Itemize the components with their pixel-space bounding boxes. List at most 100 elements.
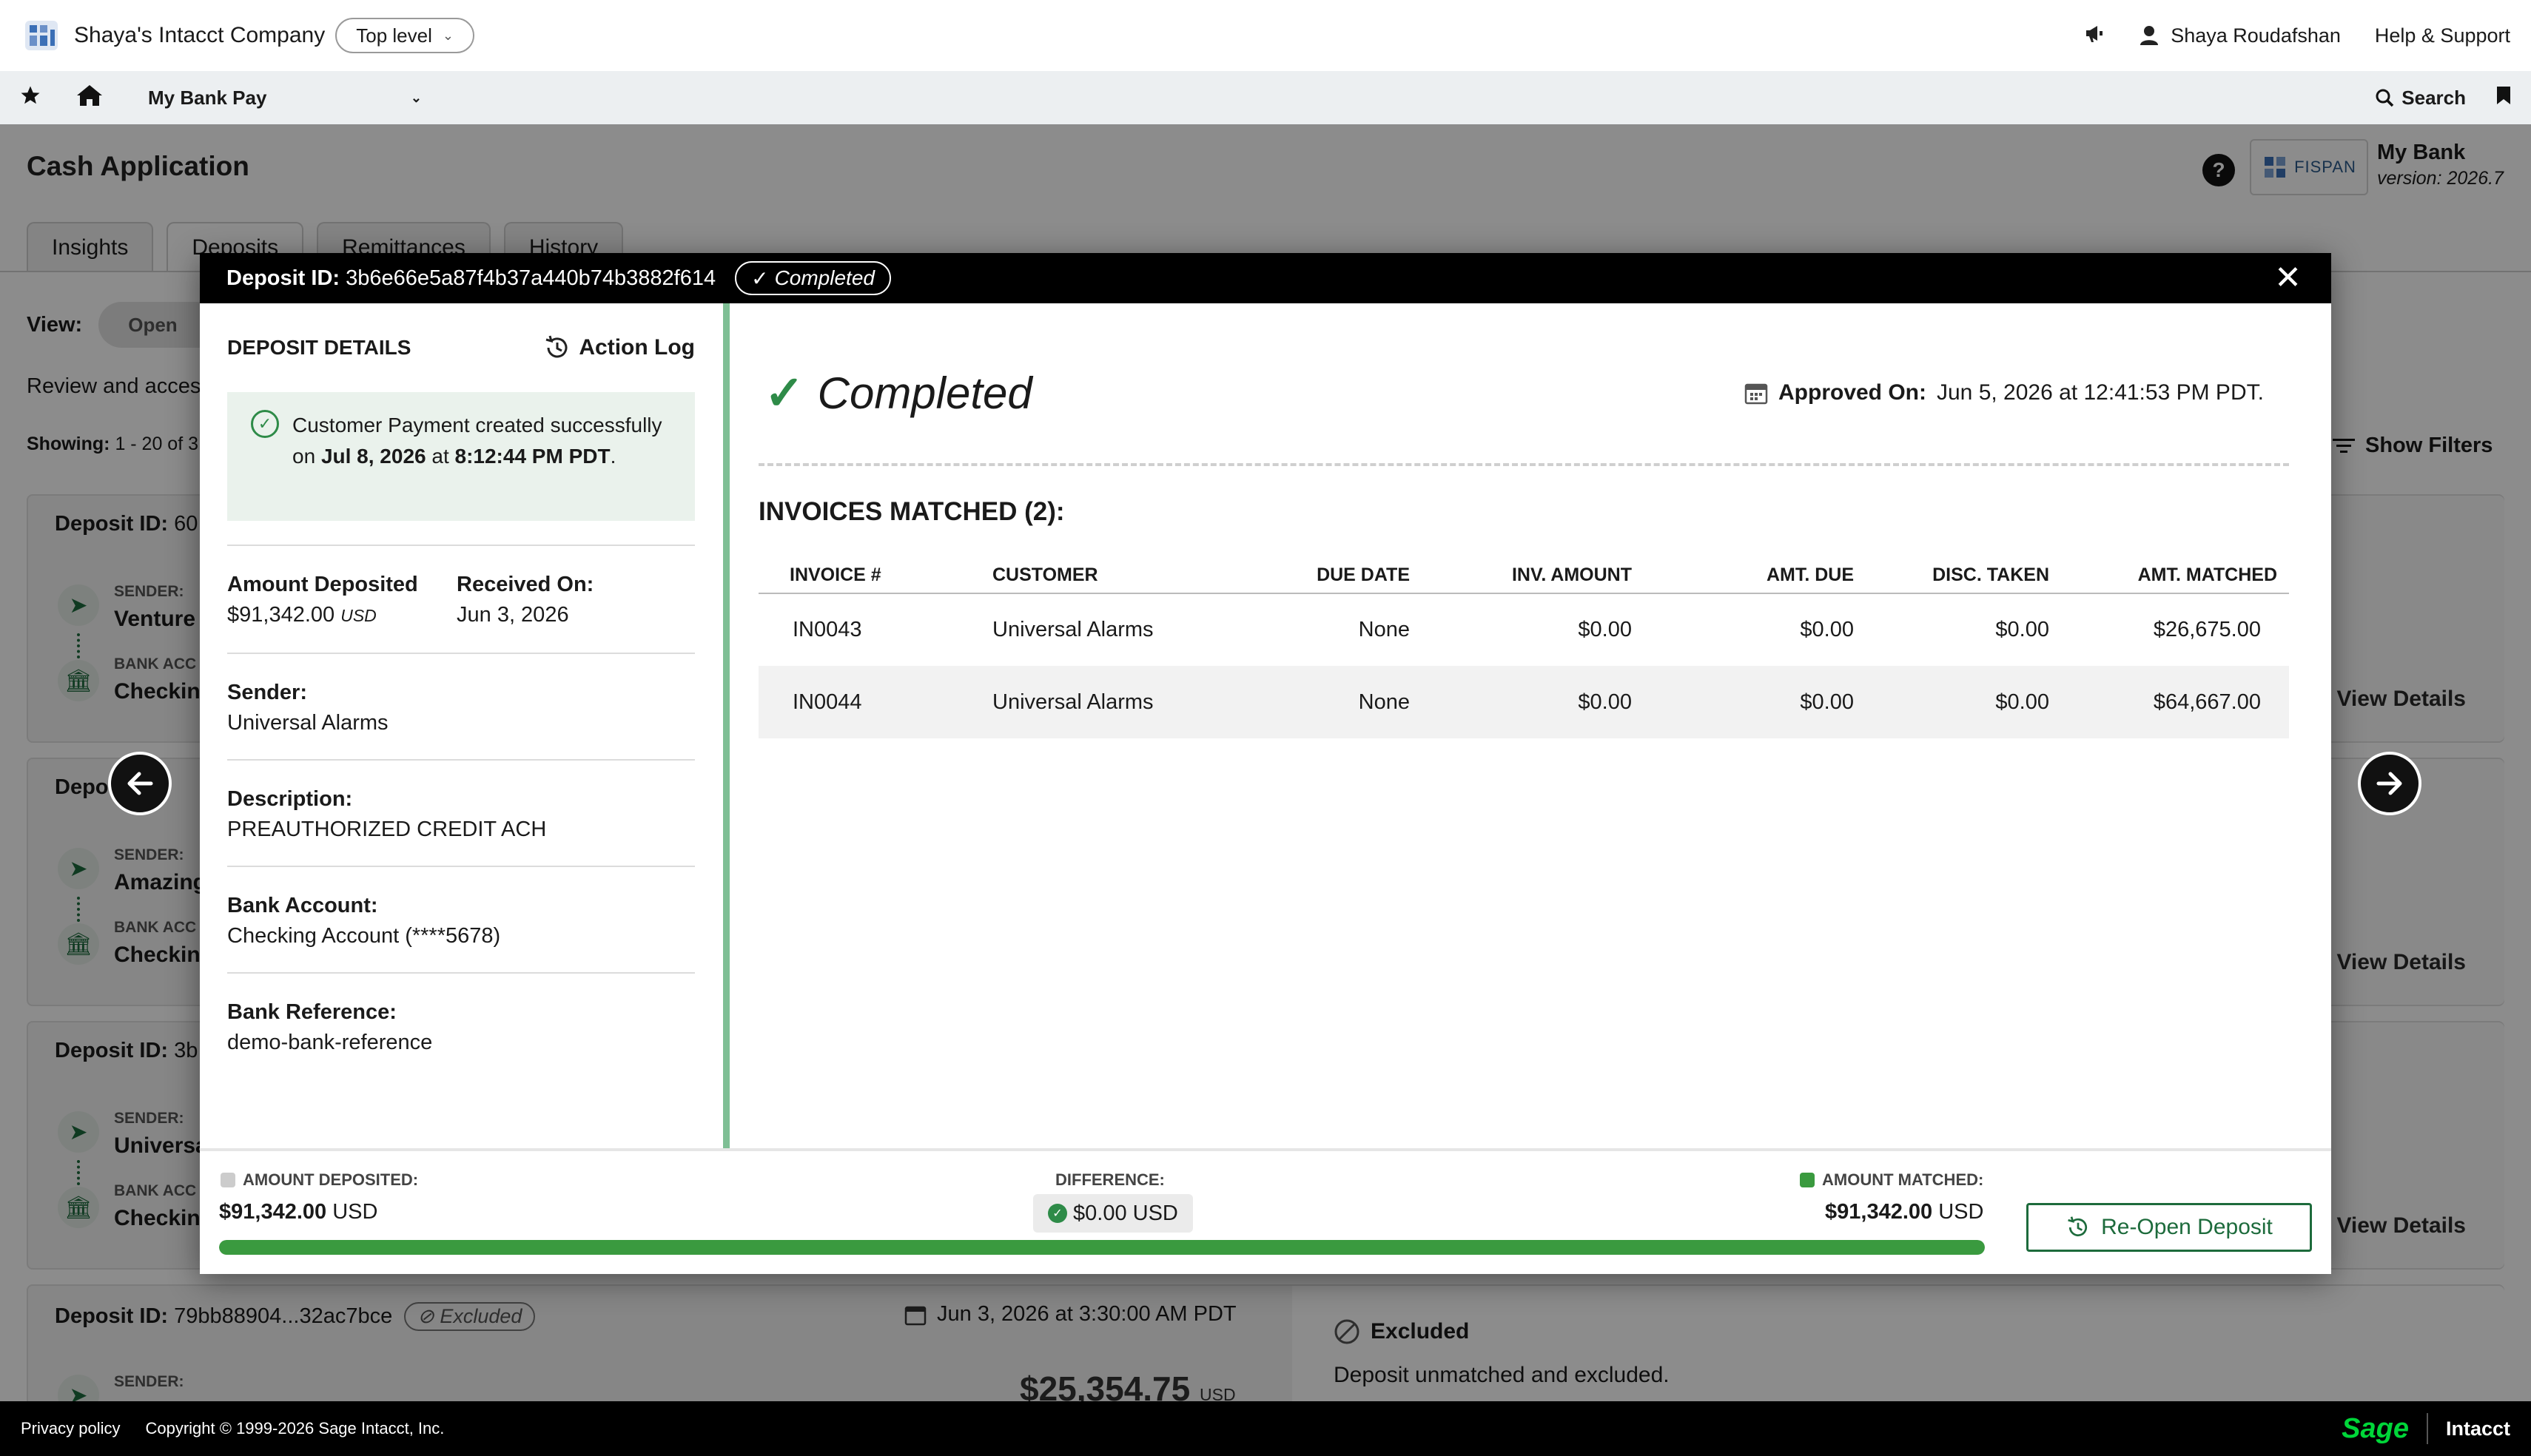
invoices-table: INVOICE # CUSTOMER DUE DATE INV. AMOUNT … <box>759 558 2289 738</box>
legend-swatch-green <box>1800 1173 1815 1187</box>
approved-label: Approved On: <box>1778 380 1926 405</box>
success-period: . <box>610 445 616 468</box>
reopen-deposit-button[interactable]: Re-Open Deposit <box>2026 1203 2312 1252</box>
check-icon: ✓ <box>751 266 769 290</box>
customer-name: Universal Alarms <box>981 666 1251 738</box>
completed-title: Completed <box>817 368 1032 418</box>
matching-panel: ✓ Completed Approved On: Jun 5, 2026 at … <box>759 303 2310 1148</box>
status-badge-label: Completed <box>774 266 875 289</box>
description-value: PREAUTHORIZED CREDIT ACH <box>227 818 547 841</box>
app-selector[interactable]: My Bank Pay ⌄ <box>148 87 422 109</box>
sender-value: Universal Alarms <box>227 711 389 735</box>
amount-deposited-currency: USD <box>340 606 377 625</box>
column-header-disc-taken[interactable]: DISC. TAKEN <box>1866 558 2061 594</box>
difference-value: $0.00 USD <box>1073 1201 1178 1225</box>
amount-deposited-summary-label: AMOUNT DEPOSITED: <box>221 1170 418 1190</box>
help-support-link[interactable]: Help & Support <box>2375 24 2510 47</box>
summary-matched-label: AMOUNT MATCHED: <box>1822 1170 1984 1189</box>
amount-deposited-field: Amount Deposited $91,342.00 USD <box>227 573 457 653</box>
success-at: at <box>431 445 449 468</box>
success-time: 8:12:44 PM PDT <box>454 445 611 468</box>
privacy-policy-link[interactable]: Privacy policy <box>21 1419 120 1438</box>
column-header-amt-matched[interactable]: AMT. MATCHED <box>2061 558 2289 594</box>
difference-badge: ✓ $0.00 USD <box>1033 1194 1193 1233</box>
star-icon[interactable] <box>19 84 41 112</box>
amount-matched-summary-label: AMOUNT MATCHED: <box>1800 1170 1983 1190</box>
sender-label: Sender: <box>227 681 307 704</box>
summary-matched-currency: USD <box>1938 1200 1984 1224</box>
customer-name: Universal Alarms <box>992 618 1154 641</box>
bank-reference-label: Bank Reference: <box>227 1000 397 1024</box>
top-bar: Shaya's Intacct Company Top level ⌄ Shay… <box>0 0 2531 71</box>
amount-matched-summary: $91,342.00 USD <box>1825 1200 1983 1224</box>
modal-deposit-id: Deposit ID: 3b6e66e5a87f4b37a440b74b3882… <box>226 266 716 291</box>
amt-matched: $26,675.00 <box>2153 618 2261 641</box>
modal-footer: AMOUNT DEPOSITED: $91,342.00 USD DIFFERE… <box>200 1148 2331 1274</box>
success-check-icon: ✓ <box>1048 1204 1067 1223</box>
table-row[interactable]: IN0043 Universal Alarms None $0.00 $0.00… <box>759 593 2289 666</box>
arrow-right-icon <box>2376 772 2402 795</box>
megaphone-icon[interactable] <box>2083 22 2105 50</box>
summary-deposited-value: $91,342.00 <box>219 1200 327 1224</box>
approved-value: Jun 5, 2026 at 12:41:53 PM PDT. <box>1937 380 2264 405</box>
company-logo-icon[interactable] <box>21 15 62 56</box>
search-icon <box>2376 89 2394 107</box>
intacct-logo: Intacct <box>2445 1417 2510 1440</box>
bank-account-field: Bank Account: Checking Account (****5678… <box>227 866 695 972</box>
company-name: Shaya's Intacct Company <box>74 23 326 47</box>
table-row[interactable]: IN0044 Universal Alarms None $0.00 $0.00… <box>759 666 2289 738</box>
calendar-icon <box>1744 383 1768 405</box>
match-progress-bar <box>219 1240 1985 1255</box>
close-icon[interactable]: ✕ <box>2274 262 2302 294</box>
received-on-label: Received On: <box>457 573 594 596</box>
history-icon <box>2068 1216 2088 1236</box>
column-header-due-date[interactable]: DUE DATE <box>1251 558 1422 594</box>
table-header-row: INVOICE # CUSTOMER DUE DATE INV. AMOUNT … <box>759 558 2289 594</box>
bank-reference-field: Bank Reference: demo-bank-reference <box>227 972 695 1079</box>
disc-taken: $0.00 <box>1866 666 2061 738</box>
column-header-inv-amount[interactable]: INV. AMOUNT <box>1422 558 1644 594</box>
difference-label: DIFFERENCE: <box>1055 1170 1165 1189</box>
sage-logo: Sage <box>2342 1412 2409 1444</box>
modal-header: Deposit ID: 3b6e66e5a87f4b37a440b74b3882… <box>200 253 2331 303</box>
history-icon <box>545 335 568 358</box>
level-label: Top level <box>356 24 432 47</box>
logo-separator <box>2426 1413 2428 1444</box>
approved-on: Approved On: Jun 5, 2026 at 12:41:53 PM … <box>1744 380 2264 405</box>
next-deposit-button[interactable] <box>2358 752 2421 815</box>
previous-deposit-button[interactable] <box>108 752 172 815</box>
summary-deposited-currency: USD <box>332 1200 378 1224</box>
user-menu[interactable]: Shaya Roudafshan <box>2140 24 2341 47</box>
received-on-field: Received On: Jun 3, 2026 <box>457 573 594 653</box>
success-date: Jul 8, 2026 <box>320 445 426 468</box>
amount-deposited-value: $91,342.00 <box>227 603 335 627</box>
column-header-invoice[interactable]: INVOICE # <box>759 558 981 594</box>
reopen-deposit-label: Re-Open Deposit <box>2101 1215 2273 1239</box>
column-header-amt-due[interactable]: AMT. DUE <box>1644 558 1866 594</box>
success-message: ✓ Customer Payment created successfully … <box>227 392 695 521</box>
completed-status: ✓ Completed <box>764 365 1032 421</box>
bank-account-value: Checking Account (****5678) <box>227 924 501 948</box>
level-selector[interactable]: Top level ⌄ <box>335 18 474 53</box>
sender-field: Sender: Universal Alarms <box>227 653 695 759</box>
description-label: Description: <box>227 787 353 811</box>
action-log-button[interactable]: Action Log <box>543 334 695 362</box>
invoice-number: IN0044 <box>759 666 981 738</box>
deposit-id-value: 3b6e66e5a87f4b37a440b74b3882f614 <box>346 266 716 290</box>
amount-received-row: Amount Deposited $91,342.00 USD Received… <box>227 546 695 653</box>
nav-right: Search <box>2375 85 2512 111</box>
home-icon[interactable] <box>75 84 104 112</box>
details-header: DEPOSIT DETAILS Action Log <box>227 303 695 392</box>
bookmark-icon[interactable] <box>2495 85 2512 111</box>
check-icon: ✓ <box>764 366 804 419</box>
deposit-id-label: Deposit ID: <box>226 266 340 290</box>
amt-matched: $64,667.00 <box>2061 666 2289 738</box>
summary-deposited-label: AMOUNT DEPOSITED: <box>243 1170 419 1189</box>
top-right-actions: Shaya Roudafshan Help & Support <box>2083 22 2510 50</box>
search-button[interactable]: Search <box>2375 87 2466 109</box>
column-header-customer[interactable]: CUSTOMER <box>981 558 1251 594</box>
user-icon <box>2140 26 2159 45</box>
deposit-details-panel: DEPOSIT DETAILS Action Log ✓ Customer Pa… <box>200 303 730 1148</box>
copyright-text: Copyright © 1999-2026 Sage Intacct, Inc. <box>145 1419 445 1438</box>
arrow-left-icon <box>127 772 153 795</box>
